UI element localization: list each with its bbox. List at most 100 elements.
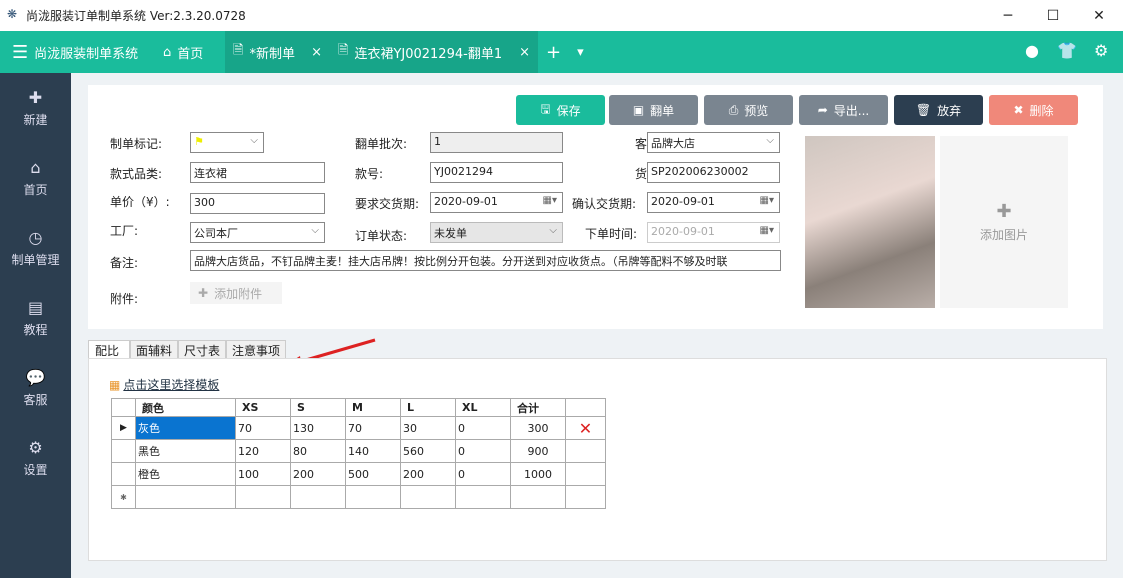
style-no-field[interactable]: YJ0021294 — [430, 162, 563, 183]
cell[interactable]: 500 — [345, 462, 401, 486]
delete-row-icon[interactable]: ✕ — [565, 416, 606, 440]
minimize-button[interactable]: ─ — [985, 0, 1031, 31]
sidebar-item-home[interactable]: ⌂ 首页 — [0, 143, 71, 213]
status-select[interactable]: 未发单 ⌵ — [430, 222, 563, 243]
sidebar-item-tutorial[interactable]: ▤ 教程 — [0, 283, 71, 353]
column-header[interactable]: XS — [235, 398, 291, 417]
goods-no-field[interactable]: SP202006230002 — [647, 162, 780, 183]
tab-materials[interactable]: 面辅料 — [130, 340, 179, 358]
category-label: 款式品类: — [110, 167, 163, 181]
cell[interactable] — [235, 485, 291, 509]
user-icon[interactable]: ● — [1025, 41, 1039, 60]
brand-menu[interactable]: ☰ 尚泷服装制单系统 — [0, 31, 155, 73]
tab-notes[interactable]: 注意事项 — [226, 340, 287, 358]
add-attachment-button[interactable]: ✚ 添加附件 — [190, 282, 282, 304]
batch-field: 1 — [430, 132, 563, 153]
column-header[interactable]: 颜色 — [135, 398, 236, 417]
cell[interactable]: 130 — [290, 416, 346, 440]
cell[interactable]: 100 — [235, 462, 291, 486]
tab-dropdown-button[interactable]: ▾ — [569, 31, 592, 73]
column-header-action — [565, 398, 606, 417]
column-header[interactable]: L — [400, 398, 456, 417]
cell[interactable]: 120 — [235, 439, 291, 463]
mark-select[interactable]: ⚑ ⌵ — [190, 132, 264, 153]
add-tab-button[interactable]: + — [538, 31, 569, 73]
tab-new-order[interactable]: 🗎 *新制单 × — [225, 31, 330, 73]
shirt-icon[interactable]: 👕 — [1057, 41, 1077, 60]
column-header[interactable]: S — [290, 398, 346, 417]
hamburger-icon: ☰ — [12, 41, 29, 63]
print-icon: ⎙ — [728, 102, 739, 117]
excel-file-icon: 🗎 — [338, 43, 349, 58]
cell-color[interactable]: 橙色 — [135, 462, 236, 486]
cell[interactable]: 200 — [400, 462, 456, 486]
cell[interactable]: 0 — [455, 439, 511, 463]
sidebar-item-new[interactable]: ✚ 新建 — [0, 73, 71, 143]
batch-label: 翻单批次: — [355, 137, 408, 151]
sidebar-item-settings[interactable]: ⚙ 设置 — [0, 423, 71, 493]
cell[interactable]: 0 — [455, 416, 511, 440]
book-icon: ▤ — [27, 298, 44, 317]
cell-total: 900 — [510, 439, 566, 463]
chevron-down-icon: ⌵ — [549, 225, 557, 236]
cell[interactable]: 560 — [400, 439, 456, 463]
calendar-icon[interactable]: ▦▾ — [543, 195, 557, 206]
maximize-button[interactable]: ☐ — [1030, 0, 1076, 31]
order-time-label: 下单时间: — [585, 227, 638, 241]
cell[interactable] — [345, 485, 401, 509]
table-row[interactable]: 橙色 100 200 500 200 0 1000 — [111, 462, 606, 486]
cell[interactable] — [135, 485, 236, 509]
cell[interactable]: 70 — [345, 416, 401, 440]
cell[interactable]: 70 — [235, 416, 291, 440]
sidebar-label: 制单管理 — [11, 253, 60, 267]
remark-field[interactable]: 品牌大店货品，不钉品牌主麦！挂大店吊牌！按比例分开包装。分开送到对应收货点。（吊… — [190, 250, 781, 271]
category-field[interactable]: 连衣裙 — [190, 162, 325, 183]
required-date-picker[interactable]: 2020-09-01 ▦▾ — [430, 192, 563, 213]
discard-button[interactable]: 🗑 放弃 — [894, 95, 983, 125]
sidebar-item-support[interactable]: 💬 客服 — [0, 353, 71, 423]
tab-ratio[interactable]: 配比 — [88, 340, 131, 358]
cell[interactable]: 140 — [345, 439, 401, 463]
cell-color[interactable]: 灰色 — [135, 416, 236, 440]
cell[interactable]: 30 — [400, 416, 456, 440]
cell[interactable]: 200 — [290, 462, 346, 486]
cell-color[interactable]: 黑色 — [135, 439, 236, 463]
calendar-icon[interactable]: ▦▾ — [760, 195, 774, 206]
clock-icon: ◷ — [28, 228, 43, 247]
price-field[interactable]: 300 — [190, 193, 325, 214]
close-button[interactable]: ✕ — [1076, 0, 1122, 31]
save-button[interactable]: 🖫 保存 — [516, 95, 605, 125]
factory-select[interactable]: 公司本厂 ⌵ — [190, 222, 325, 243]
confirm-date-picker[interactable]: 2020-09-01 ▦▾ — [647, 192, 780, 213]
cell[interactable] — [400, 485, 456, 509]
table-row[interactable]: 黑色 120 80 140 560 0 900 — [111, 439, 606, 463]
table-row[interactable]: ▶ 灰色 70 130 70 30 0 300 ✕ — [111, 416, 606, 440]
column-header[interactable]: M — [345, 398, 401, 417]
cell[interactable]: 80 — [290, 439, 346, 463]
column-header[interactable]: 合计 — [510, 398, 566, 417]
export-button[interactable]: ➦ 导出... — [799, 95, 888, 125]
customer-select[interactable]: 品牌大店 ⌵ — [647, 132, 780, 153]
select-template-link[interactable]: ▦ 点击这里选择模板 — [109, 376, 219, 393]
cell-action — [565, 439, 606, 463]
tab-size-chart[interactable]: 尺寸表 — [178, 340, 227, 358]
tab-close-icon[interactable]: × — [519, 45, 530, 60]
flag-icon: ⚑ — [194, 135, 204, 148]
column-header[interactable]: XL — [455, 398, 511, 417]
cell[interactable] — [455, 485, 511, 509]
copy-order-button[interactable]: ▣ 翻单 — [609, 95, 698, 125]
tab-close-icon[interactable]: × — [311, 45, 322, 60]
gears-icon[interactable]: ⚙ — [1094, 41, 1108, 60]
cell[interactable]: 0 — [455, 462, 511, 486]
add-image-button[interactable]: ✚ 添加图片 — [940, 136, 1068, 308]
ratio-grid: 颜色 XS S M L XL 合计 ▶ 灰色 70 130 70 30 0 30… — [111, 398, 606, 509]
attach-label: 附件: — [110, 292, 139, 306]
delete-button[interactable]: ✖ 删除 — [989, 95, 1078, 125]
new-row[interactable]: ✱ — [111, 485, 606, 509]
tab-home[interactable]: ⌂ 首页 — [155, 31, 225, 73]
preview-button[interactable]: ⎙ 预览 — [704, 95, 793, 125]
sidebar-item-orders[interactable]: ◷ 制单管理 — [0, 213, 71, 283]
cell[interactable] — [290, 485, 346, 509]
tab-order-copy[interactable]: 🗎 连衣裙YJ0021294-翻单1 × — [330, 31, 538, 73]
product-photo[interactable] — [805, 136, 935, 308]
